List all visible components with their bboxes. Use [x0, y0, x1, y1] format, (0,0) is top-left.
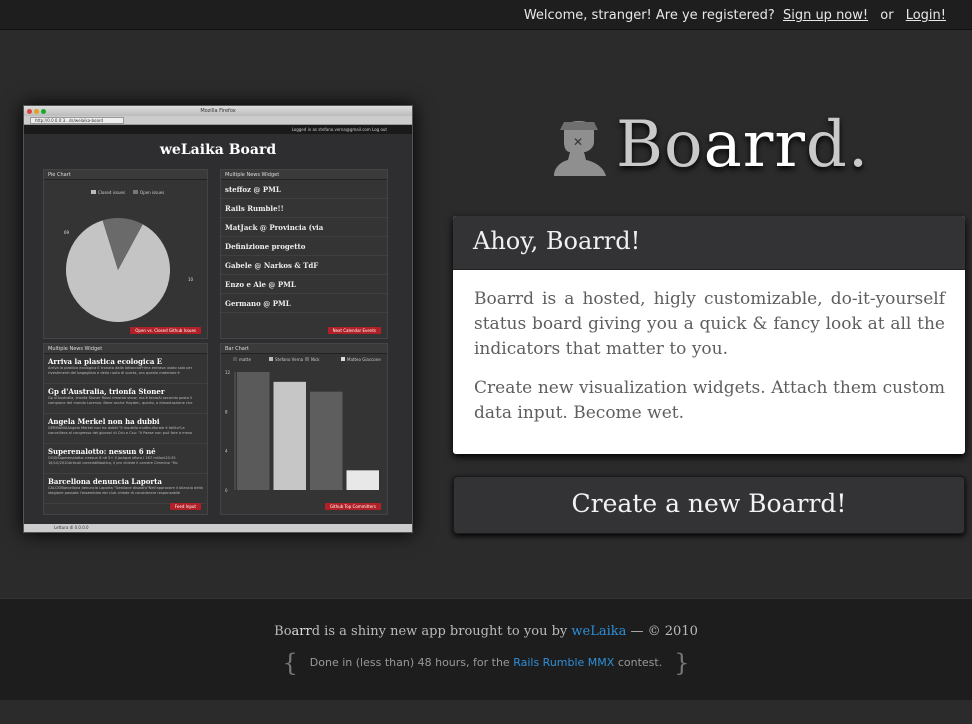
news-item[interactable]: Definizione progetto [221, 237, 387, 256]
bar [310, 391, 343, 490]
browser-statusbar: Lettura di 0.0.0.0 [24, 524, 412, 532]
pie-legend-closed: Closed issues [98, 190, 125, 195]
welaika-link[interactable]: weLaika [571, 624, 626, 639]
bar [273, 381, 306, 490]
create-boarrd-button[interactable]: Create a new Boarrd! [453, 476, 965, 534]
bar-panel-button[interactable]: Github Top Committers [324, 503, 381, 510]
brace-right-icon: } [674, 649, 690, 677]
brace-left-icon: { [282, 649, 298, 677]
news-panel-2-button[interactable]: Feed Input [169, 503, 201, 510]
pie-label-closed: 69 [64, 230, 70, 235]
news-item[interactable]: steffoz @ PML [221, 180, 387, 199]
preview-board-title: weLaika Board [159, 142, 277, 158]
bar-legend-swatch [269, 357, 273, 361]
news-panel-1-title: Multiple News Widget [221, 170, 387, 180]
news-item[interactable]: Gabele @ Narkos & TdF [221, 256, 387, 275]
bar-legend-swatch [341, 357, 345, 361]
login-link[interactable]: Login! [906, 8, 946, 23]
pie-label-open: 10 [188, 277, 194, 282]
browser-titlebar: Mozilla Firefox [24, 106, 412, 116]
bar [346, 470, 379, 490]
news-article[interactable]: Superenalotto: nessun 6 né OGGISuperenalo… [44, 444, 207, 474]
window-controls [27, 108, 48, 118]
signup-link[interactable]: Sign up now! [783, 8, 868, 23]
bar-legend-swatch [233, 357, 237, 361]
bar-chart-panel: Bar Chart matte Stefano Verna Nick Matteo G… [220, 343, 388, 515]
bar-legend-label: Nick [311, 357, 320, 362]
news-panel-2: Multiple News Widget Arriva la plastica … [43, 343, 208, 515]
rails-rumble-link[interactable]: Rails Rumble MMX [513, 656, 614, 669]
pie-chart-panel: Pie Chart Closed issues Open issues 69 1… [43, 169, 208, 339]
intro-card: Ahoy, Boarrd! Boarrd is a hosted, higly … [453, 216, 965, 454]
news-panel-1-button[interactable]: Next Calendar Events [327, 327, 381, 334]
footer-brand: Boarrd [274, 624, 321, 639]
intro-paragraph-1: Boarrd is a hosted, higly customizable, … [474, 289, 945, 359]
y-tick-label: 4 [225, 449, 228, 454]
bar-legend-label: Matteo Giaccone [347, 357, 381, 362]
pie-panel-button[interactable]: Open vs. Closed Github Issues [130, 327, 201, 334]
pirate-mascot-icon: ✕ [554, 121, 606, 176]
browser-window-title: Mozilla Firefox [200, 108, 236, 114]
news-item[interactable]: Enzo e Ale @ PML [221, 275, 387, 294]
bar [237, 372, 270, 490]
pie-chart-svg: Closed issues Open issues 69 10 [64, 190, 194, 322]
news-panel-2-list: Arriva la plastica ecologica E Arriva la … [44, 354, 207, 514]
browser-tabbar: http://0.0.0.0:3...ds/welaika-board [24, 116, 412, 125]
bar-legend-label: Stefano Verna [275, 357, 304, 362]
browser-address: http://0.0.0.0:3...ds/welaika-board [30, 117, 125, 124]
y-tick-label: 0 [225, 488, 228, 493]
news-panel-2-title: Multiple News Widget [44, 344, 207, 354]
news-article[interactable]: Barcellona denuncia Laporta CALCIOBarcell… [44, 474, 207, 504]
or-text: or [880, 8, 894, 23]
top-bar: Welcome, stranger! Are ye registered? Si… [0, 0, 972, 30]
bar-chart-title: Bar Chart [221, 344, 387, 354]
news-article[interactable]: Arriva la plastica ecologica E Arriva la … [44, 354, 207, 384]
intro-card-body: Boarrd is a hosted, higly customizable, … [453, 270, 965, 426]
board-screenshot: Mozilla Firefox http://0.0.0.0:3...ds/we… [23, 105, 413, 533]
news-article[interactable]: Gp d'Australia, trionfa Stoner Gp d'Austr… [44, 384, 207, 414]
bar-legend-label: matte [239, 357, 251, 362]
pie-chart-title: Pie Chart [44, 170, 207, 180]
bar-chart-svg: matte Stefano Verna Nick Matteo Giaccone 12 8… [225, 357, 381, 493]
news-item[interactable]: MatJack @ Provincia (via [221, 218, 387, 237]
y-tick-label: 8 [225, 409, 228, 414]
news-item[interactable]: Germano @ PML [221, 294, 387, 313]
logo-wordmark: Boarrd. [616, 108, 870, 182]
news-item[interactable]: Rails Rumble!! [221, 199, 387, 218]
news-panel-1: Multiple News Widget steffoz @ PML Rails … [220, 169, 388, 339]
preview-userbar: Logged in as stefano.verna@gmail.com Log… [24, 125, 412, 134]
news-panel-1-list: steffoz @ PML Rails Rumble!! MatJack @ Pro… [221, 180, 387, 338]
intro-paragraph-2: Create new visualization widgets. Attach… [474, 378, 945, 423]
footer: Boarrd is a shiny new app brought to you… [0, 598, 972, 700]
pie-legend-open: Open issues [140, 190, 164, 195]
intro-card-title: Ahoy, Boarrd! [453, 216, 965, 270]
bar-legend-swatch [305, 357, 309, 361]
footer-credit: Boarrd is a shiny new app brought to you… [274, 624, 698, 639]
footer-note: {Done in (less than) 48 hours, for the R… [282, 649, 690, 677]
svg-text:✕: ✕ [573, 135, 583, 149]
y-tick-label: 12 [225, 370, 231, 375]
news-article[interactable]: Angela Merkel non ha dubbi GERMANIAAngela… [44, 414, 207, 444]
welcome-text: Welcome, stranger! Are ye registered? [523, 8, 775, 23]
boarrd-logo: ✕ Boarrd. [550, 108, 880, 188]
